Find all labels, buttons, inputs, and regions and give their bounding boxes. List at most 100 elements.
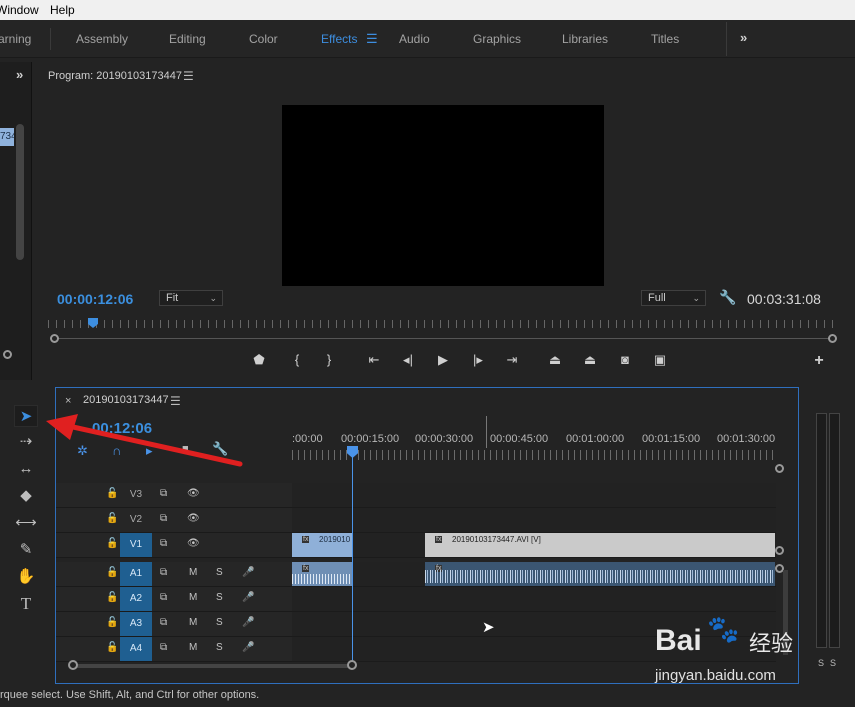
slip-tool-icon[interactable]: ⟷ [14, 512, 38, 534]
time-ruler[interactable] [48, 320, 834, 328]
menu-help[interactable]: Help [50, 3, 75, 17]
lock-icon[interactable]: 🔓 [106, 642, 118, 653]
track-lane-v3[interactable] [292, 483, 776, 508]
lock-icon[interactable]: 🔓 [106, 567, 118, 578]
microphone-icon[interactable]: 🎤 [242, 642, 254, 653]
wrench-icon[interactable]: 🔧 [719, 289, 736, 306]
panel-menu-icon[interactable]: ☰ [183, 69, 194, 83]
sync-lock-icon[interactable]: ⧉ [160, 538, 167, 549]
track-target[interactable]: V3 [120, 483, 152, 507]
mute-button[interactable]: M [189, 617, 197, 628]
selection-tool-icon[interactable]: ➤ [14, 405, 38, 427]
audio-clip[interactable]: fx [292, 562, 352, 586]
clip-thumbnail[interactable]: 734 [0, 128, 14, 146]
panel-overflow-icon[interactable]: » [16, 67, 23, 82]
close-icon[interactable]: × [65, 395, 71, 407]
mark-in-icon[interactable]: { [288, 352, 306, 367]
lock-icon[interactable]: 🔓 [106, 592, 118, 603]
sync-lock-icon[interactable]: ⧉ [160, 488, 167, 499]
sync-lock-icon[interactable]: ⧉ [160, 513, 167, 524]
track-target[interactable]: V2 [120, 508, 152, 532]
zoom-handle-right[interactable] [828, 334, 837, 343]
mute-button[interactable]: M [189, 592, 197, 603]
solo-left-button[interactable]: S [818, 658, 824, 668]
sync-lock-icon[interactable]: ⧉ [160, 567, 167, 578]
workspace-graphics[interactable]: Graphics [473, 32, 521, 46]
double-chevron-right-icon[interactable]: » [740, 30, 747, 45]
scroll-handle[interactable] [775, 546, 784, 555]
ripple-edit-tool-icon[interactable]: ↔ [14, 458, 38, 480]
workspace-color[interactable]: Color [249, 32, 278, 46]
lift-icon[interactable]: ⏏ [546, 352, 564, 368]
program-current-time[interactable]: 00:00:12:06 [57, 291, 133, 307]
go-to-out-icon[interactable]: ⇥ [503, 352, 521, 368]
lock-icon[interactable]: 🔓 [106, 513, 118, 524]
workspace-audio[interactable]: Audio [399, 32, 430, 46]
track-lane-a2[interactable] [292, 587, 776, 612]
step-forward-icon[interactable]: |▸ [469, 352, 487, 368]
fit-dropdown[interactable]: Fit ⌄ [159, 290, 223, 306]
microphone-icon[interactable]: 🎤 [242, 592, 254, 603]
mute-button[interactable]: M [189, 642, 197, 653]
add-icon[interactable]: + [810, 352, 828, 370]
marker-icon[interactable]: ⬟ [250, 352, 268, 368]
zoom-handle[interactable] [3, 350, 12, 359]
panel-scrollbar[interactable] [16, 124, 24, 260]
workspace-assembly[interactable]: Assembly [76, 32, 128, 46]
play-icon[interactable]: ▶ [434, 352, 452, 368]
workspace-titles[interactable]: Titles [651, 32, 679, 46]
type-tool-icon[interactable]: T [14, 593, 38, 615]
horizontal-scrollbar[interactable] [72, 664, 356, 668]
workspace-libraries[interactable]: Libraries [562, 32, 608, 46]
lock-icon[interactable]: 🔓 [106, 617, 118, 628]
hand-tool-icon[interactable]: ✋ [14, 566, 38, 588]
video-clip[interactable]: fx 20190103173447.AVI [V] [425, 533, 775, 557]
export-frame-icon[interactable]: ◙ [616, 352, 634, 367]
eye-icon[interactable]: 👁 [187, 538, 200, 549]
workspace-learning[interactable]: arning [0, 32, 31, 46]
workspace-menu-icon[interactable]: ☰ [366, 31, 378, 47]
track-target[interactable]: A1 [120, 562, 152, 586]
solo-button[interactable]: S [216, 592, 223, 603]
razor-tool-icon[interactable]: ◆ [14, 485, 38, 507]
microphone-icon[interactable]: 🎤 [242, 617, 254, 628]
video-clip[interactable]: fx 2019010 [292, 533, 352, 557]
scroll-handle-left[interactable] [68, 660, 78, 670]
sequence-tab-title[interactable]: 20190103173447 [83, 394, 169, 406]
sync-lock-icon[interactable]: ⧉ [160, 592, 167, 603]
solo-button[interactable]: S [216, 617, 223, 628]
lock-icon[interactable]: 🔓 [106, 488, 118, 499]
microphone-icon[interactable]: 🎤 [242, 567, 254, 578]
sync-lock-icon[interactable]: ⧉ [160, 617, 167, 628]
track-target[interactable]: V1 [120, 533, 152, 557]
solo-button[interactable]: S [216, 567, 223, 578]
scroll-handle[interactable] [775, 464, 784, 473]
step-back-icon[interactable]: ◂| [399, 352, 417, 368]
workspace-editing[interactable]: Editing [169, 32, 206, 46]
lock-icon[interactable]: 🔓 [106, 538, 118, 549]
eye-icon[interactable]: 👁 [187, 488, 200, 499]
audio-clip[interactable]: fx [425, 562, 775, 586]
compare-icon[interactable]: ▣ [651, 352, 669, 368]
extract-icon[interactable]: ⏏ [581, 352, 599, 368]
pen-tool-icon[interactable]: ✎ [14, 539, 38, 561]
panel-menu-icon[interactable]: ☰ [170, 394, 181, 408]
track-lane-v2[interactable] [292, 508, 776, 533]
eye-icon[interactable]: 👁 [187, 513, 200, 524]
track-target[interactable]: A4 [120, 637, 152, 661]
solo-button[interactable]: S [216, 642, 223, 653]
workspace-effects[interactable]: Effects [321, 32, 357, 46]
track-select-tool-icon[interactable]: ⇢ [14, 431, 38, 453]
track-target[interactable]: A2 [120, 587, 152, 611]
mute-button[interactable]: M [189, 567, 197, 578]
solo-right-button[interactable]: S [830, 658, 836, 668]
zoom-handle-left[interactable] [50, 334, 59, 343]
zoom-bar[interactable] [50, 338, 833, 339]
quality-dropdown[interactable]: Full ⌄ [641, 290, 706, 306]
timeline-ruler-ticks[interactable] [292, 450, 776, 460]
sync-lock-icon[interactable]: ⧉ [160, 642, 167, 653]
menu-window[interactable]: Window [0, 3, 39, 17]
go-to-in-icon[interactable]: ⇤ [365, 352, 383, 368]
mark-out-icon[interactable]: } [320, 352, 338, 367]
scroll-handle-right[interactable] [347, 660, 357, 670]
